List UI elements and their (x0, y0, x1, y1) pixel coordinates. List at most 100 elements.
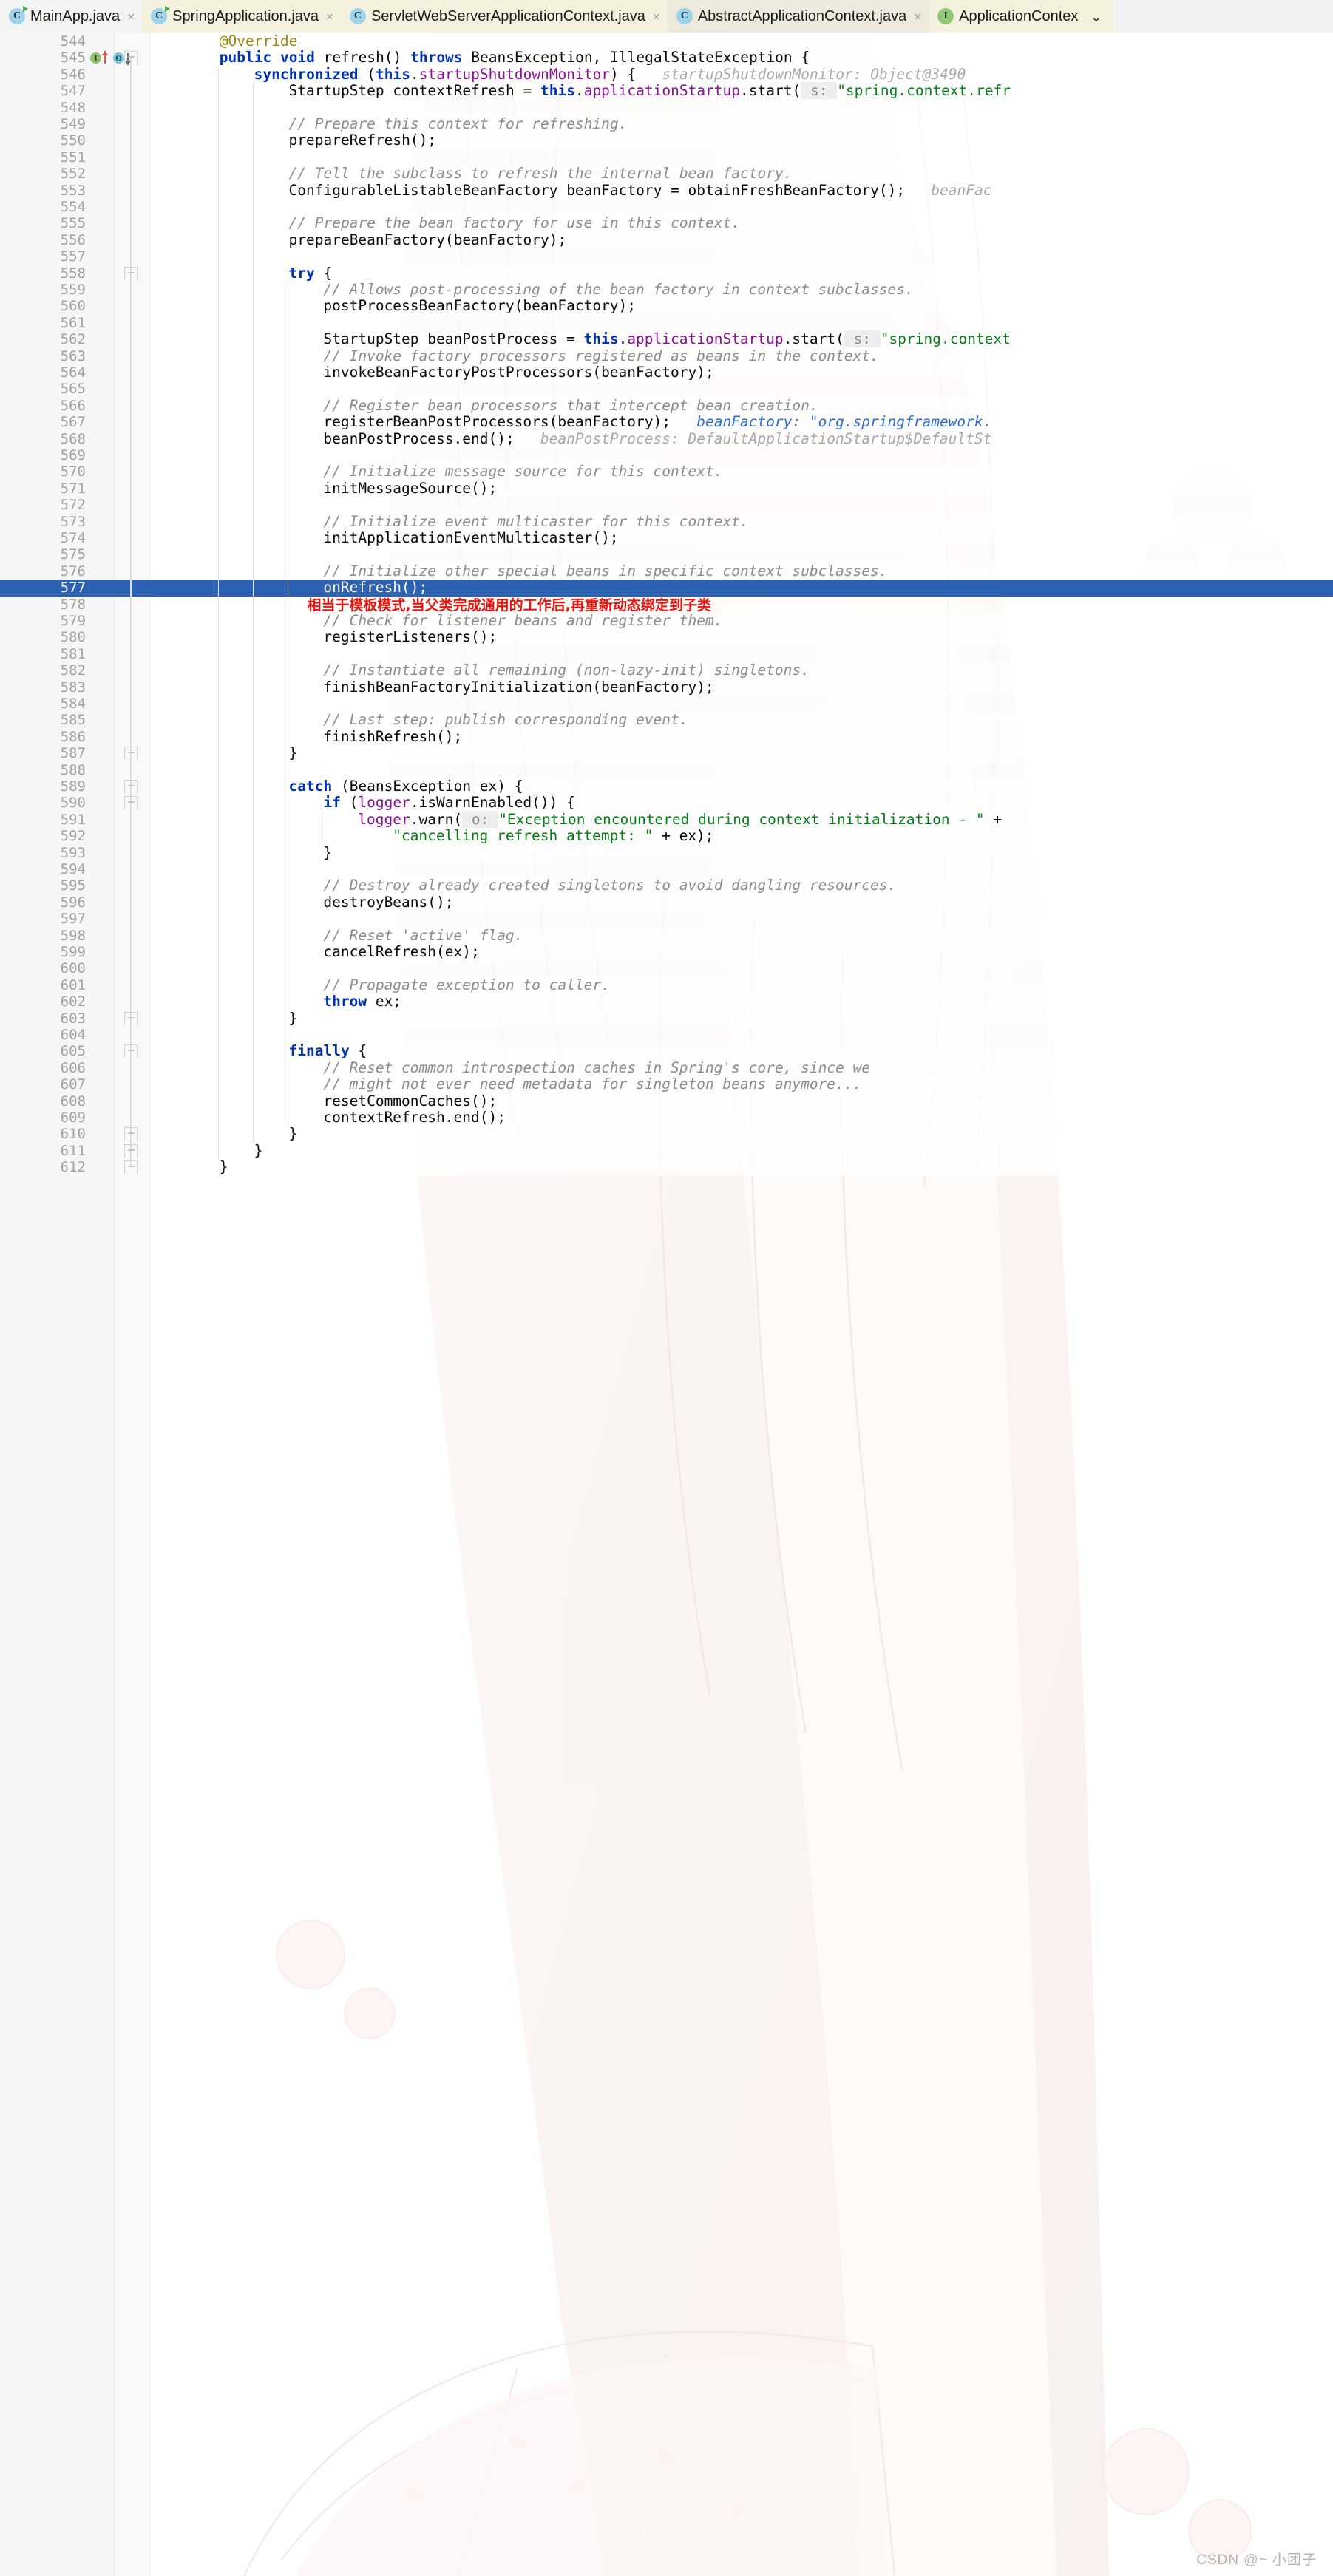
code-line[interactable]: 577 onRefresh(); (0, 579, 1333, 597)
code-line[interactable]: 550 prepareRefresh(); (0, 132, 1333, 149)
code-text[interactable]: // Propagate exception to caller. (323, 976, 609, 993)
code-text[interactable]: invokeBeanFactoryPostProcessors(beanFact… (323, 364, 713, 381)
editor-tab-servletwebserverapplicationcontext[interactable]: C ServletWebServerApplicationContext.java… (340, 0, 668, 33)
code-text[interactable]: // Initialize message source for this co… (323, 463, 722, 480)
code-fold-toggle-icon[interactable] (124, 51, 138, 65)
code-line[interactable]: 603} (0, 1010, 1333, 1027)
code-line[interactable]: 605 finally { (0, 1043, 1333, 1060)
code-line[interactable]: 570 // Initialize message source for this… (0, 463, 1333, 480)
code-text[interactable]: } (289, 744, 298, 761)
code-fold-toggle-icon[interactable] (124, 1044, 138, 1058)
code-line[interactable]: 590 if (logger.isWarnEnabled()) { (0, 795, 1333, 812)
editor-tab-applicationcontex[interactable]: I ApplicationContex (929, 0, 1086, 33)
code-editor[interactable]: 544 @Override 545 I Opublic void refresh() t… (0, 33, 1333, 2576)
code-line[interactable]: 572 (0, 497, 1333, 514)
code-text[interactable]: postProcessBeanFactory(beanFactory); (323, 298, 636, 314)
code-text[interactable]: } (289, 1126, 298, 1142)
code-fold-toggle-icon[interactable] (124, 1127, 138, 1141)
code-line[interactable]: 586 finishRefresh(); (0, 728, 1333, 746)
code-line[interactable]: 548 (0, 99, 1333, 116)
code-line[interactable]: 581 (0, 645, 1333, 663)
code-text[interactable]: StartupStep contextRefresh = this.applic… (289, 82, 1011, 100)
close-icon[interactable]: × (125, 10, 135, 23)
code-text[interactable]: try { (289, 265, 333, 282)
code-line[interactable]: 562 StartupStep beanPostProcess = this.ap… (0, 330, 1333, 348)
code-text[interactable]: // Reset 'active' flag. (323, 927, 523, 944)
code-line[interactable]: 565 (0, 381, 1333, 398)
chevron-down-icon[interactable]: ⌄ (1085, 0, 1113, 33)
code-text[interactable]: resetCommonCaches(); (323, 1092, 497, 1109)
code-text[interactable]: // Instantiate all remaining (non-lazy-i… (323, 662, 809, 679)
code-line[interactable]: 557 (0, 248, 1333, 265)
code-line[interactable]: 585 // Last step: publish corresponding e… (0, 712, 1333, 729)
code-text[interactable]: if (logger.isWarnEnabled()) { (323, 795, 574, 811)
code-text[interactable]: cancelRefresh(ex); (323, 943, 479, 960)
code-line[interactable]: 593} (0, 844, 1333, 861)
implementing-method-icon[interactable]: I (90, 50, 108, 64)
code-line[interactable]: 549 // Prepare this context for refreshin… (0, 115, 1333, 133)
code-text[interactable]: // might not ever need metadata for sing… (323, 1075, 861, 1092)
code-line[interactable]: 604 (0, 1027, 1333, 1044)
code-line[interactable]: 610} (0, 1126, 1333, 1143)
code-text[interactable]: onRefresh(); (323, 579, 427, 596)
code-line[interactable]: 544 @Override (0, 33, 1333, 50)
code-text[interactable]: contextRefresh.end(); (323, 1109, 506, 1126)
code-text[interactable]: catch (BeansException ex) { (289, 778, 523, 795)
close-icon[interactable]: × (651, 10, 660, 23)
code-line[interactable]: 597 (0, 911, 1333, 928)
code-fold-toggle-icon[interactable] (124, 747, 138, 761)
code-line[interactable]: 554 (0, 199, 1333, 216)
code-text[interactable]: prepareRefresh(); (289, 132, 437, 149)
code-text[interactable]: // Allows post-processing of the bean fa… (323, 281, 913, 298)
close-icon[interactable]: × (324, 10, 333, 23)
code-line[interactable]: 583 finishBeanFactoryInitialization(beanF… (0, 679, 1333, 696)
code-line[interactable]: 560 postProcessBeanFactory(beanFactory); (0, 298, 1333, 315)
code-line[interactable]: 545 I Opublic void refresh() throws BeansE… (0, 50, 1333, 67)
code-line[interactable]: 574 initApplicationEventMulticaster(); (0, 529, 1333, 547)
code-text[interactable]: // Tell the subclass to refresh the inte… (289, 165, 793, 182)
code-text[interactable]: // Last step: publish corresponding even… (323, 712, 688, 728)
code-line[interactable]: 568 beanPostProcess.end(); beanPostProces… (0, 430, 1333, 447)
code-line[interactable]: 551 (0, 149, 1333, 166)
editor-tab-springapplication[interactable]: C SpringApplication.java × (142, 0, 341, 33)
code-text[interactable]: } (254, 1142, 263, 1159)
code-line[interactable]: 569 (0, 447, 1333, 464)
code-line[interactable]: 612} (0, 1158, 1333, 1176)
editor-tab-abstractapplicationcontext[interactable]: C AbstractApplicationContext.java × (667, 0, 929, 33)
code-line[interactable]: 558 try { (0, 265, 1333, 282)
code-line[interactable]: 591 logger.warn( o: "Exception encountere… (0, 810, 1333, 829)
code-line[interactable]: 594 (0, 861, 1333, 878)
code-text[interactable]: logger.warn( o: "Exception encountered d… (358, 810, 1002, 828)
code-text[interactable]: @Override (220, 33, 298, 50)
code-line[interactable]: 566 // Register bean processors that inte… (0, 397, 1333, 415)
code-text[interactable]: registerListeners(); (323, 629, 497, 645)
code-text[interactable]: // Prepare the bean factory for use in t… (289, 215, 740, 231)
gutter-marker-group[interactable]: IO (90, 50, 131, 67)
code-text[interactable]: initApplicationEventMulticaster(); (323, 529, 618, 546)
code-lines-container[interactable]: 544 @Override 545 I Opublic void refresh() t… (0, 33, 1333, 2576)
code-line[interactable]: 576 // Initialize other special beans in … (0, 563, 1333, 580)
code-text[interactable]: finishRefresh(); (323, 728, 462, 745)
code-text[interactable]: // Initialize other special beans in spe… (323, 563, 887, 580)
code-line[interactable]: 547 StartupStep contextRefresh = this.app… (0, 82, 1333, 100)
code-line[interactable]: 561 (0, 314, 1333, 332)
code-line[interactable]: 567 registerBeanPostProcessors(beanFactor… (0, 413, 1333, 431)
close-icon[interactable]: × (912, 10, 921, 23)
code-line[interactable]: 556 prepareBeanFactory(beanFactory); (0, 231, 1333, 249)
code-fold-toggle-icon[interactable] (124, 266, 138, 280)
code-line[interactable]: 546 synchronized (this.startupShutdownMon… (0, 66, 1333, 84)
code-line[interactable]: 602 throw ex; (0, 993, 1333, 1010)
code-text[interactable]: // Reset common introspection caches in … (323, 1059, 870, 1076)
code-line[interactable]: 573 // Initialize event multicaster for t… (0, 513, 1333, 530)
code-line[interactable]: 584 (0, 696, 1333, 713)
code-line[interactable]: 564 invokeBeanFactoryPostProcessors(beanF… (0, 364, 1333, 381)
code-text[interactable]: prepareBeanFactory(beanFactory); (289, 231, 567, 248)
code-text[interactable]: // Invoke factory processors registered … (323, 347, 878, 364)
code-line[interactable]: 608 resetCommonCaches(); (0, 1092, 1333, 1109)
code-text[interactable]: } (323, 844, 332, 861)
code-line[interactable]: 599 cancelRefresh(ex); (0, 943, 1333, 961)
code-line[interactable]: 609 contextRefresh.end(); (0, 1109, 1333, 1126)
code-text[interactable]: registerBeanPostProcessors(beanFactory);… (323, 413, 991, 430)
code-line[interactable]: 553 ConfigurableListableBeanFactory beanF… (0, 182, 1333, 199)
code-line[interactable]: 589 catch (BeansException ex) { (0, 778, 1333, 795)
